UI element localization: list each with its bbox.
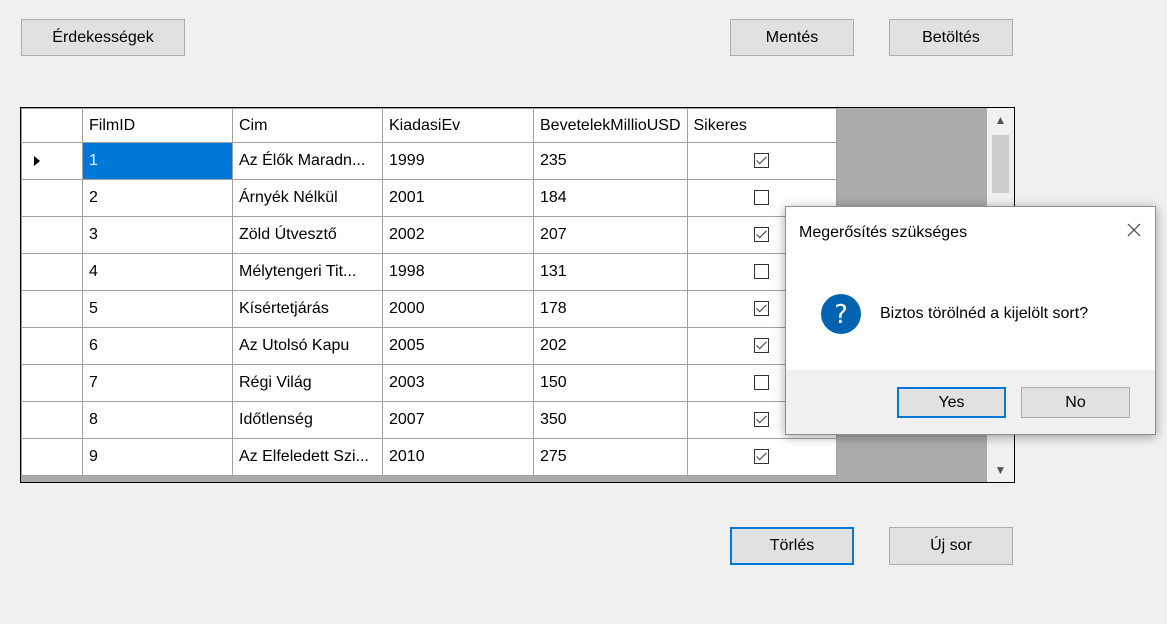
row-header[interactable] — [21, 327, 83, 365]
cell-kiadasiev[interactable]: 2002 — [382, 216, 534, 254]
row-header-corner[interactable] — [21, 108, 83, 143]
save-button[interactable]: Mentés — [730, 19, 854, 56]
question-icon: ? — [821, 294, 861, 334]
load-button[interactable]: Betöltés — [889, 19, 1013, 56]
cell-sikeres[interactable] — [686, 142, 837, 180]
cell-filmid[interactable]: 6 — [82, 327, 233, 365]
row-header[interactable] — [21, 438, 83, 476]
sikeres-checkbox[interactable] — [754, 264, 769, 280]
table-row[interactable]: 3 Zöld Útvesztő 2002 207 — [21, 216, 837, 254]
table-row[interactable]: 8 Időtlenség 2007 350 — [21, 401, 837, 439]
dialog-title: Megerősítés szükséges — [799, 224, 968, 241]
cell-filmid[interactable]: 7 — [82, 364, 233, 402]
sikeres-checkbox[interactable] — [754, 338, 769, 354]
cell-cim[interactable]: Kísértetjárás — [232, 290, 383, 328]
sikeres-checkbox[interactable] — [754, 190, 769, 206]
new-row-button[interactable]: Új sor — [889, 527, 1013, 565]
cell-filmid[interactable]: 8 — [82, 401, 233, 439]
table-row[interactable]: 6 Az Utolsó Kapu 2005 202 — [21, 327, 837, 365]
grid-table: FilmID Cim KiadasiEv BevetelekMillioUSD … — [21, 108, 837, 476]
cell-filmid[interactable]: 4 — [82, 253, 233, 291]
scroll-up-icon[interactable]: ▲ — [987, 108, 1014, 132]
cell-cim[interactable]: Árnyék Nélkül — [232, 179, 383, 217]
cell-filmid[interactable]: 2 — [82, 179, 233, 217]
sikeres-checkbox[interactable] — [754, 412, 769, 428]
cell-cim[interactable]: Mélytengeri Tit... — [232, 253, 383, 291]
grid-header-row: FilmID Cim KiadasiEv BevetelekMillioUSD … — [21, 108, 837, 143]
cell-filmid[interactable]: 1 — [82, 142, 233, 180]
row-header[interactable] — [21, 290, 83, 328]
cell-kiadasiev[interactable]: 2001 — [382, 179, 534, 217]
cell-bevetelek[interactable]: 207 — [533, 216, 688, 254]
close-icon[interactable] — [1123, 219, 1145, 241]
cell-bevetelek[interactable]: 150 — [533, 364, 688, 402]
confirm-dialog: Megerősítés szükséges ? Biztos törölnéd … — [785, 206, 1156, 435]
dialog-message: Biztos törölnéd a kijelölt sort? — [880, 305, 1089, 322]
cell-filmid[interactable]: 3 — [82, 216, 233, 254]
cell-kiadasiev[interactable]: 2010 — [382, 438, 534, 476]
cell-kiadasiev[interactable]: 2000 — [382, 290, 534, 328]
sikeres-checkbox[interactable] — [754, 449, 769, 465]
row-header[interactable] — [21, 253, 83, 291]
cell-bevetelek[interactable]: 131 — [533, 253, 688, 291]
cell-filmid[interactable]: 9 — [82, 438, 233, 476]
scrollbar-thumb[interactable] — [992, 135, 1009, 193]
scroll-down-icon[interactable]: ▼ — [987, 458, 1014, 482]
table-row[interactable]: 4 Mélytengeri Tit... 1998 131 — [21, 253, 837, 291]
cell-filmid[interactable]: 5 — [82, 290, 233, 328]
svg-text:?: ? — [834, 300, 848, 330]
sikeres-checkbox[interactable] — [754, 301, 769, 317]
cell-bevetelek[interactable]: 235 — [533, 142, 688, 180]
cell-cim[interactable]: Időtlenség — [232, 401, 383, 439]
cell-kiadasiev[interactable]: 2007 — [382, 401, 534, 439]
cell-cim[interactable]: Zöld Útvesztő — [232, 216, 383, 254]
table-row[interactable]: 9 Az Elfeledett Szi... 2010 275 — [21, 438, 837, 476]
cell-cim[interactable]: Az Utolsó Kapu — [232, 327, 383, 365]
cell-kiadasiev[interactable]: 1998 — [382, 253, 534, 291]
table-row[interactable]: 5 Kísértetjárás 2000 178 — [21, 290, 837, 328]
row-header[interactable] — [21, 401, 83, 439]
interests-button[interactable]: Érdekességek — [21, 19, 185, 56]
table-row[interactable]: 7 Régi Világ 2003 150 — [21, 364, 837, 402]
cell-bevetelek[interactable]: 184 — [533, 179, 688, 217]
cell-cim[interactable]: Az Élők Maradn... — [232, 142, 383, 180]
cell-bevetelek[interactable]: 202 — [533, 327, 688, 365]
row-header[interactable] — [21, 364, 83, 402]
cell-kiadasiev[interactable]: 2003 — [382, 364, 534, 402]
sikeres-checkbox[interactable] — [754, 153, 769, 169]
table-row[interactable]: 1 Az Élők Maradn... 1999 235 — [21, 142, 837, 180]
column-header-bevetelek[interactable]: BevetelekMillioUSD — [533, 108, 688, 143]
current-row-arrow-icon — [34, 156, 40, 166]
cell-kiadasiev[interactable]: 2005 — [382, 327, 534, 365]
cell-cim[interactable]: Az Elfeledett Szi... — [232, 438, 383, 476]
cell-bevetelek[interactable]: 275 — [533, 438, 688, 476]
cell-bevetelek[interactable]: 178 — [533, 290, 688, 328]
column-header-cim[interactable]: Cim — [232, 108, 383, 143]
dialog-footer: Yes No — [786, 370, 1155, 434]
sikeres-checkbox[interactable] — [754, 375, 769, 391]
cell-kiadasiev[interactable]: 1999 — [382, 142, 534, 180]
row-header[interactable] — [21, 142, 83, 180]
no-button[interactable]: No — [1021, 387, 1130, 418]
yes-button[interactable]: Yes — [897, 387, 1006, 418]
row-header[interactable] — [21, 179, 83, 217]
column-header-sikeres[interactable]: Sikeres — [686, 108, 837, 143]
column-header-filmid[interactable]: FilmID — [82, 108, 233, 143]
cell-cim[interactable]: Régi Világ — [232, 364, 383, 402]
cell-bevetelek[interactable]: 350 — [533, 401, 688, 439]
row-header[interactable] — [21, 216, 83, 254]
column-header-kiadasiev[interactable]: KiadasiEv — [382, 108, 534, 143]
sikeres-checkbox[interactable] — [754, 227, 769, 243]
delete-button[interactable]: Törlés — [730, 527, 854, 565]
table-row[interactable]: 2 Árnyék Nélkül 2001 184 — [21, 179, 837, 217]
cell-sikeres[interactable] — [686, 438, 837, 476]
